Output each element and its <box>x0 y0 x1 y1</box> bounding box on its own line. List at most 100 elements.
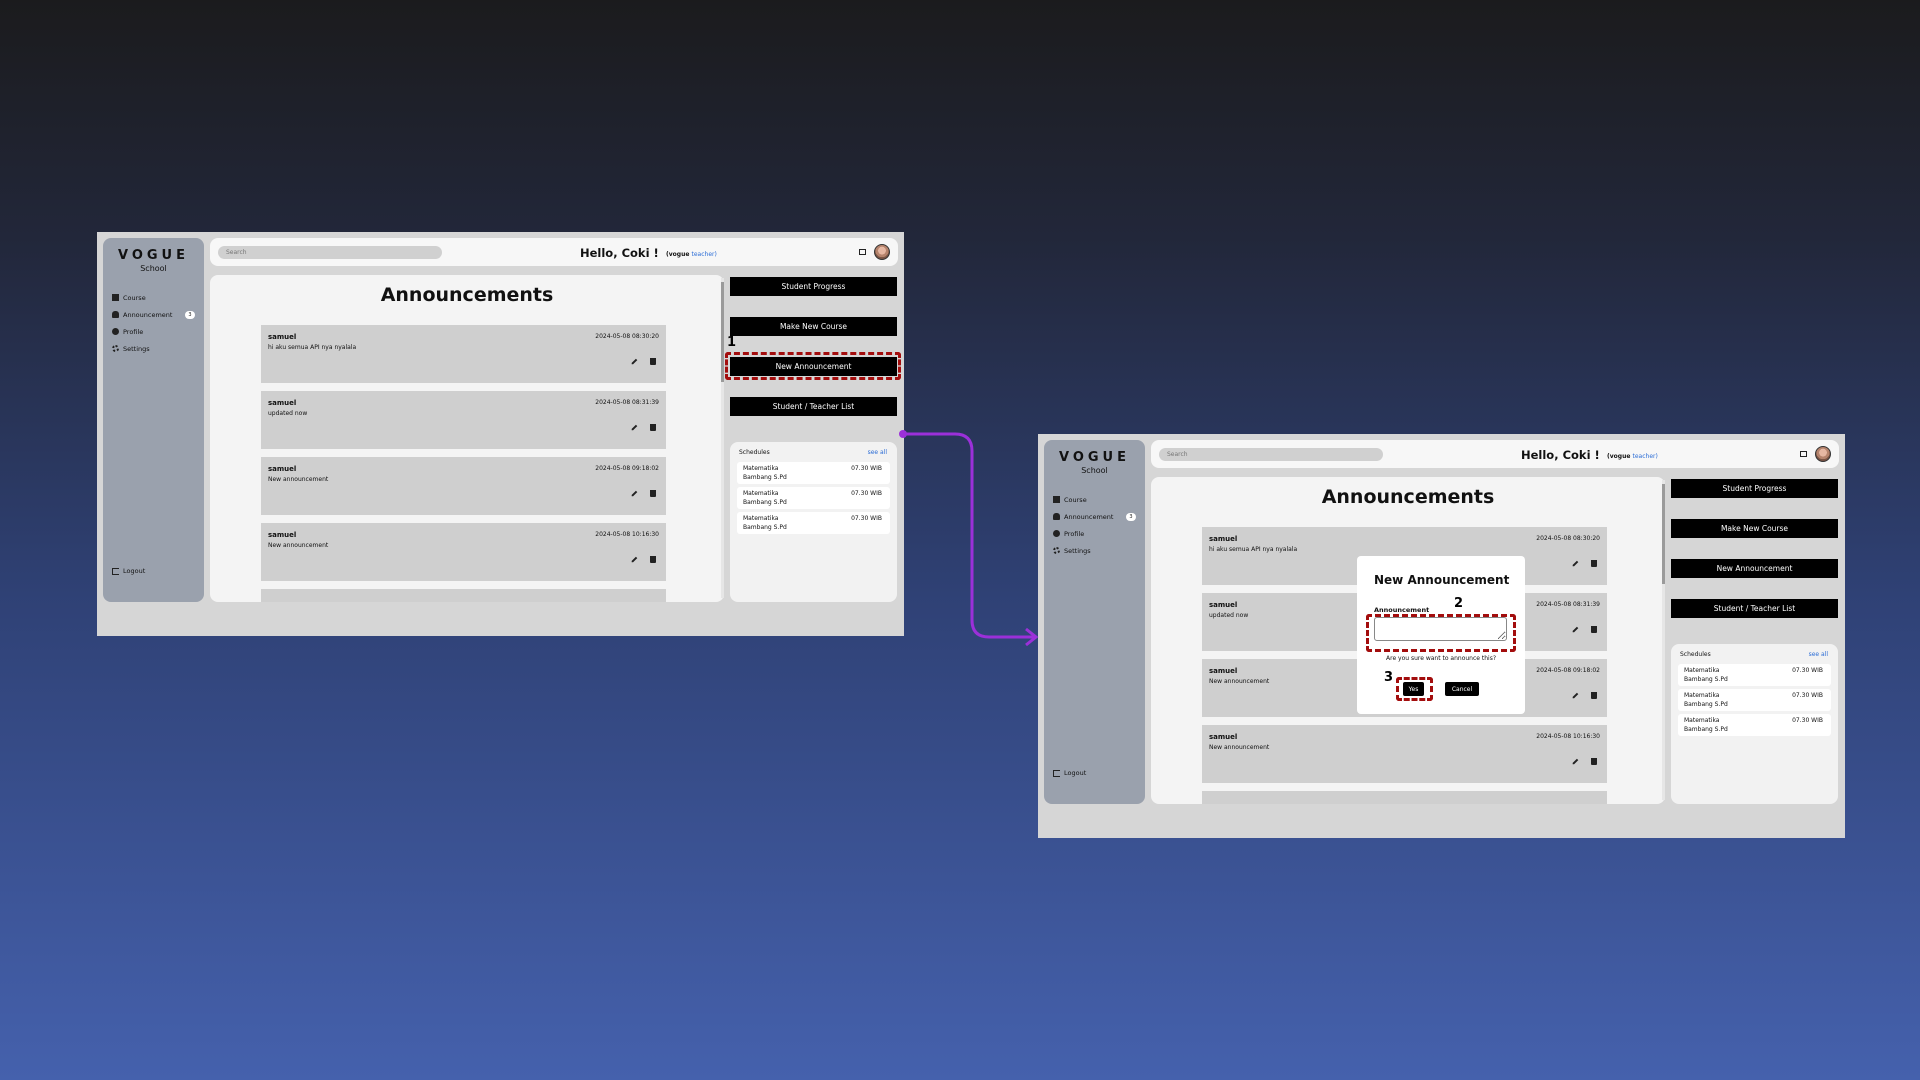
student-progress-button[interactable]: Student Progress <box>1671 479 1838 498</box>
header: Hello, Coki ! (vogue teacher) <box>1151 440 1839 468</box>
scroll-thumb[interactable] <box>721 282 724 382</box>
trash-icon[interactable] <box>650 358 656 365</box>
pencil-icon[interactable] <box>1572 560 1579 567</box>
confirm-text: Are you sure want to announce this? <box>1386 655 1496 662</box>
schedule-time: 07.30 WIB <box>851 515 882 522</box>
sidebar-item-label: Announcement <box>123 310 173 319</box>
make-new-course-button[interactable]: Make New Course <box>1671 519 1838 538</box>
search-input[interactable] <box>1159 448 1383 461</box>
sidebar-item-label: Settings <box>123 344 150 353</box>
avatar[interactable] <box>874 244 890 260</box>
step-number-1: 1 <box>727 335 737 350</box>
avatar[interactable] <box>1815 446 1831 462</box>
schedule-item[interactable]: Matematika Bambang S.Pd 07.30 WIB <box>737 512 890 534</box>
dialog-title: New Announcement <box>1374 573 1510 587</box>
schedule-time: 07.30 WIB <box>1792 692 1823 699</box>
page-title: Announcements <box>380 284 554 306</box>
sidebar-item-announcement[interactable]: Announcement 3 <box>103 306 204 323</box>
gear-icon <box>1053 547 1060 554</box>
announcement-text: New announcement <box>1209 678 1270 685</box>
schedule-subject: Matematika <box>1684 717 1720 724</box>
bell-icon <box>112 311 119 318</box>
schedules-title: Schedules <box>739 449 770 456</box>
pencil-icon[interactable] <box>1572 692 1579 699</box>
sidebar-item-settings[interactable]: Settings <box>103 340 204 357</box>
announcement-date: 2024-05-08 08:30:20 <box>595 333 659 340</box>
sidebar-item-announcement[interactable]: Announcement 3 <box>1044 508 1145 525</box>
announcement-text: hi aku semua API nya nyalala <box>1209 546 1298 553</box>
message-icon[interactable] <box>859 249 866 255</box>
arrow-line <box>903 432 1034 639</box>
new-announcement-button[interactable]: New Announcement <box>1671 559 1838 578</box>
pencil-icon[interactable] <box>631 490 638 497</box>
pencil-icon[interactable] <box>631 358 638 365</box>
trash-icon[interactable] <box>650 490 656 497</box>
announcement-text: New announcement <box>1209 744 1270 751</box>
highlight-box <box>725 352 901 380</box>
make-new-course-button[interactable]: Make New Course <box>730 317 897 336</box>
highlight-box <box>1396 677 1433 701</box>
student-teacher-list-button[interactable]: Student / Teacher List <box>730 397 897 416</box>
schedule-time: 07.30 WIB <box>851 465 882 472</box>
schedule-subject: Matematika <box>1684 667 1720 674</box>
pencil-icon[interactable] <box>631 424 638 431</box>
trash-icon[interactable] <box>1591 758 1597 765</box>
pencil-icon[interactable] <box>1572 626 1579 633</box>
trash-icon[interactable] <box>650 424 656 431</box>
sidebar-item-profile[interactable]: Profile <box>1044 525 1145 542</box>
scroll-thumb[interactable] <box>1662 484 1665 584</box>
trash-icon[interactable] <box>1591 626 1597 633</box>
schedule-subject: Matematika <box>1684 692 1720 699</box>
trash-icon[interactable] <box>1591 560 1597 567</box>
scrollbar[interactable] <box>721 278 724 598</box>
role-brand: (vogue <box>1607 453 1631 460</box>
logout-button[interactable]: Logout <box>1053 769 1086 777</box>
trash-icon[interactable] <box>1591 692 1597 699</box>
schedule-subject: Matematika <box>743 490 779 497</box>
search-input[interactable] <box>218 246 442 259</box>
schedule-item[interactable]: Matematika Bambang S.Pd 07.30 WIB <box>737 462 890 484</box>
announcement-date: 2024-05-08 09:18:02 <box>595 465 659 472</box>
sidebar-item-course[interactable]: Course <box>1044 491 1145 508</box>
sidebar-item-course[interactable]: Course <box>103 289 204 306</box>
schedule-time: 07.30 WIB <box>1792 717 1823 724</box>
announcement-text: updated now <box>268 410 308 417</box>
schedule-time: 07.30 WIB <box>1792 667 1823 674</box>
see-all-link[interactable]: see all <box>868 449 887 456</box>
announcement-author: samuel <box>268 465 297 473</box>
page-title: Announcements <box>1321 486 1495 508</box>
highlight-box <box>1366 614 1516 652</box>
sidebar: VOGUE School Course Announcement 3 Profi… <box>103 238 204 602</box>
book-icon <box>112 294 119 301</box>
message-icon[interactable] <box>1800 451 1807 457</box>
logout-button[interactable]: Logout <box>112 567 145 575</box>
schedule-teacher: Bambang S.Pd <box>743 474 787 481</box>
announcements-panel: Announcements samuel hi aku semua API ny… <box>210 275 724 602</box>
schedule-teacher: Bambang S.Pd <box>1684 701 1728 708</box>
cancel-button[interactable]: Cancel <box>1445 682 1479 696</box>
user-circle-icon <box>1053 530 1060 537</box>
schedule-item[interactable]: Matematika Bambang S.Pd 07.30 WIB <box>1678 714 1831 736</box>
schedule-item[interactable]: Matematika Bambang S.Pd 07.30 WIB <box>1678 664 1831 686</box>
schedule-item[interactable]: Matematika Bambang S.Pd 07.30 WIB <box>737 487 890 509</box>
pencil-icon[interactable] <box>631 556 638 563</box>
trash-icon[interactable] <box>650 556 656 563</box>
student-progress-button[interactable]: Student Progress <box>730 277 897 296</box>
schedule-item[interactable]: Matematika Bambang S.Pd 07.30 WIB <box>1678 689 1831 711</box>
sidebar-item-label: Profile <box>123 327 144 336</box>
schedule-teacher: Bambang S.Pd <box>743 499 787 506</box>
sidebar-item-profile[interactable]: Profile <box>103 323 204 340</box>
announcement-card <box>1202 791 1607 804</box>
logo-title: VOGUE <box>118 248 189 263</box>
book-icon <box>1053 496 1060 503</box>
notification-badge: 3 <box>1126 512 1136 521</box>
logo-title: VOGUE <box>1059 450 1130 465</box>
schedules-panel: Schedules see all Matematika Bambang S.P… <box>730 442 897 602</box>
announcement-author: samuel <box>1209 667 1238 675</box>
sidebar-item-settings[interactable]: Settings <box>1044 542 1145 559</box>
pencil-icon[interactable] <box>1572 758 1579 765</box>
arrow-head <box>1025 627 1039 647</box>
see-all-link[interactable]: see all <box>1809 651 1828 658</box>
scrollbar[interactable] <box>1662 480 1665 800</box>
student-teacher-list-button[interactable]: Student / Teacher List <box>1671 599 1838 618</box>
